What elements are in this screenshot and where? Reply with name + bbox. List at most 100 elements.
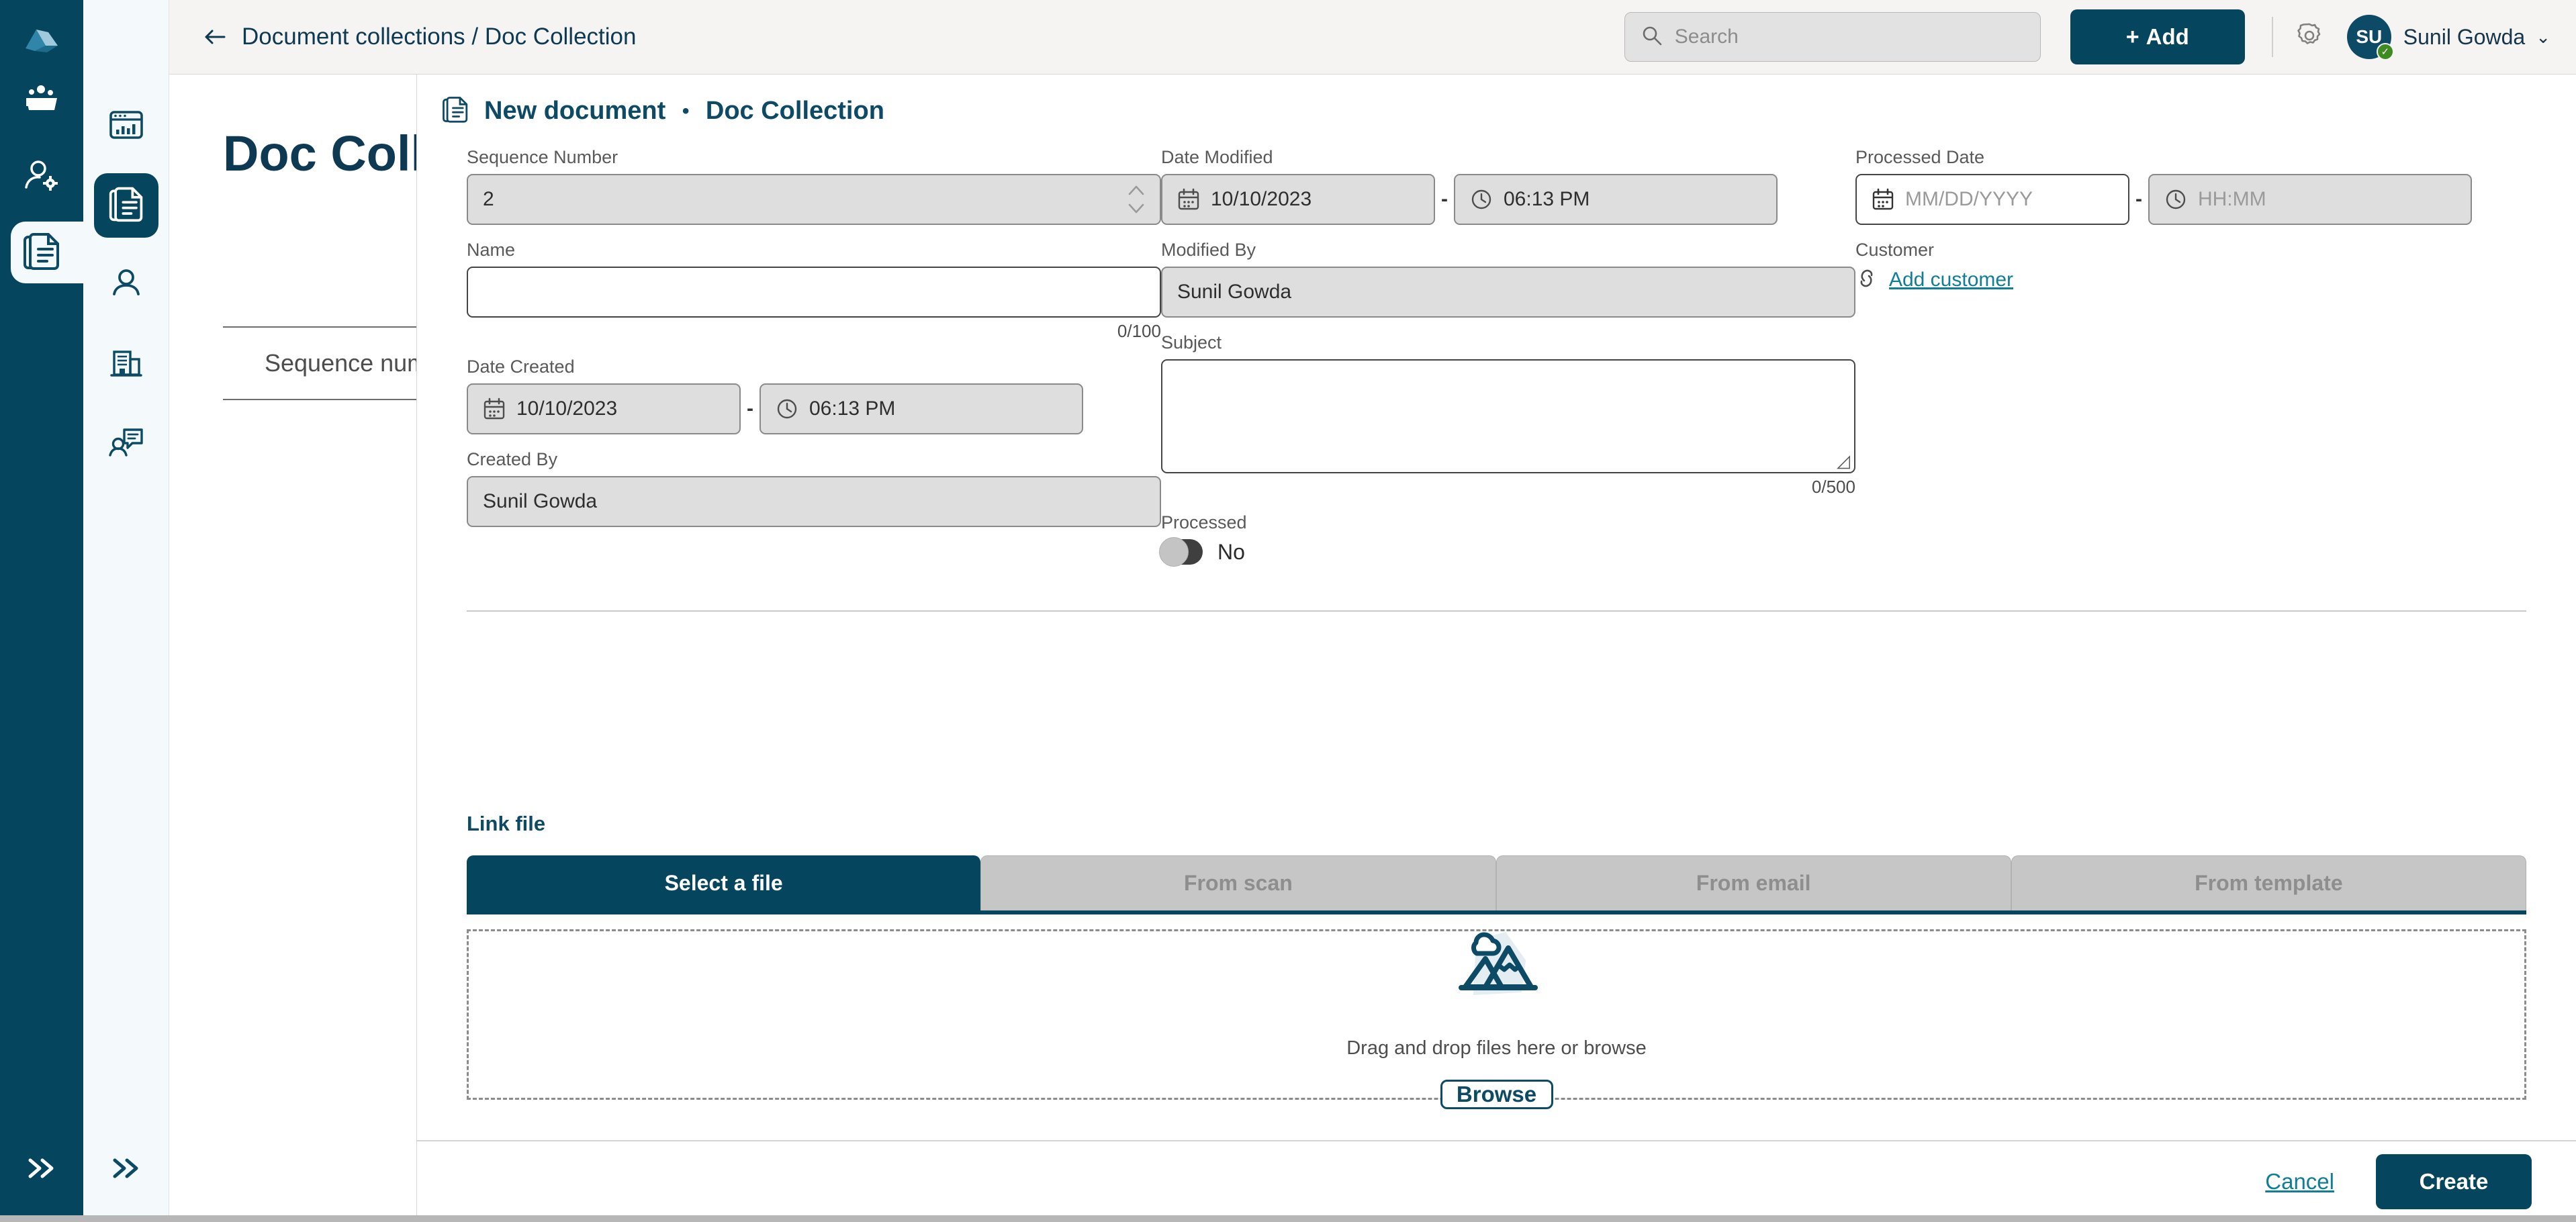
section-divider [467,610,2526,612]
date-created-value: 10/10/2023 [516,397,618,420]
resize-grip-icon[interactable]: ◿ [1837,452,1850,469]
sequence-number-input[interactable]: 2 [467,174,1161,225]
field-created-by: Created By Sunil Gowda [467,449,1161,527]
sidebar-item-document-collections[interactable] [93,173,158,238]
sidebar-item-user-settings[interactable] [0,140,83,215]
stepper-icon[interactable] [1126,181,1146,218]
form-column-middle: Date Modified 10/10/2023 - 06:13 PM Modi… [1158,147,1855,579]
panel-body: Sequence Number 2 Name 0/100 Date Create… [417,147,2576,1140]
top-bar-actions: Search + Add SU ✓ Sunil Gowda ⌄ [1624,9,2576,64]
name-input[interactable] [467,267,1161,318]
sidebar-item-documents[interactable] [0,215,90,290]
create-button[interactable]: Create [2376,1154,2532,1209]
processed-time-input[interactable]: HH:MM [2148,174,2472,225]
calendar-icon [483,397,506,420]
time-created-input[interactable]: 06:13 PM [760,383,1083,434]
building-icon [109,346,144,382]
secondary-sidebar-expand-button[interactable] [83,1155,169,1185]
date-time-row: 10/10/2023 - 06:13 PM [467,383,1161,434]
sidebar-item-contact-message[interactable] [94,411,158,475]
sidebar-item-building[interactable] [94,332,158,396]
subject-counter: 0/500 [1811,477,1855,497]
file-dropzone[interactable]: Drag and drop files here or browse Brows… [467,929,2526,1109]
date-time-separator: - [747,397,753,420]
sidebar-item-analytics[interactable] [94,94,158,158]
date-created-input[interactable]: 10/10/2023 [467,383,741,434]
tab-from-template[interactable]: From template [2011,855,2526,910]
new-document-panel: New document • Doc Collection Sequence N… [416,75,2576,1222]
user-menu[interactable]: SU ✓ Sunil Gowda ⌄ [2346,15,2550,60]
search-input[interactable]: Search [1624,12,2041,62]
user-settings-icon [22,159,61,196]
processed-toggle[interactable] [1158,537,1203,567]
panel-header: New document • Doc Collection [417,75,2576,147]
created-by-input[interactable]: Sunil Gowda [467,476,1161,527]
add-customer-link[interactable]: Add customer [1855,267,2526,293]
time-modified-value: 06:13 PM [1503,188,1590,210]
processed-time-placeholder: HH:MM [2197,188,2266,210]
link-file-section-title: Link file [467,812,546,835]
add-button[interactable]: + Add [2070,9,2245,64]
tab-underline [467,910,2526,914]
field-label: Modified By [1160,240,1256,260]
field-date-modified: Date Modified 10/10/2023 - 06:13 PM [1160,147,1855,225]
cloud-logo-icon[interactable] [0,17,83,64]
top-bar: Document collections / Doc Collection Se… [169,0,2576,75]
window-bottom-strip [0,1215,2576,1222]
browse-button[interactable]: Browse [1440,1080,1553,1109]
panel-footer: Cancel Create [417,1140,2576,1222]
modified-by-input[interactable]: Sunil Gowda [1160,267,1855,318]
subject-textarea[interactable]: ◿ [1160,359,1855,473]
field-label: Processed Date [1855,147,1985,167]
sidebar-item-dashboard-folder[interactable] [0,64,83,140]
processed-date-input[interactable]: MM/DD/YYYY [1855,174,2129,225]
documents-icon [21,230,62,275]
field-sequence-number: Sequence Number 2 [467,147,1161,225]
panel-title-separator: • [682,100,690,123]
clock-icon [1470,188,1493,211]
processed-date-placeholder: MM/DD/YYYY [1904,188,2033,210]
field-label: Processed [1160,512,1247,532]
person-icon [109,267,144,303]
field-label: Date Created [467,357,575,377]
link-icon [1855,267,1878,293]
date-modified-value: 10/10/2023 [1210,188,1312,210]
field-label: Sequence Number [467,147,618,167]
tab-from-scan[interactable]: From scan [980,855,1496,910]
processed-toggle-value: No [1217,539,1245,564]
cancel-button[interactable]: Cancel [2265,1169,2334,1194]
name-counter: 0/100 [1117,321,1161,341]
arrow-left-icon[interactable] [203,28,227,46]
sidebar-expand-button[interactable] [0,1155,83,1185]
panel-title: New document • Doc Collection [484,97,884,126]
field-processed: Processed No [1158,512,1855,567]
sidebar-item-person[interactable] [94,252,158,317]
status-badge: ✓ [2376,43,2394,60]
date-time-row: 10/10/2023 - 06:13 PM [1160,174,1855,225]
user-name: Sunil Gowda [2403,24,2526,49]
field-label: Name [467,240,516,260]
chevron-double-right-icon [108,1155,144,1185]
date-modified-input[interactable]: 10/10/2023 [1160,174,1435,225]
time-modified-input[interactable]: 06:13 PM [1453,174,1778,225]
tab-select-a-file[interactable]: Select a file [467,855,981,910]
breadcrumb[interactable]: Document collections / Doc Collection [203,23,636,50]
app-root: Doc Colle Sequence number Document colle… [0,0,2576,1222]
tab-from-email[interactable]: From email [1496,855,2011,910]
calendar-icon [1872,188,1894,211]
chevron-down-icon[interactable]: ⌄ [2536,27,2550,48]
secondary-sidebar [83,0,169,1222]
modified-by-value: Sunil Gowda [1177,281,1292,303]
clock-icon [776,397,798,420]
plus-icon: + [2125,23,2140,50]
search-icon [1641,25,1663,50]
search-placeholder: Search [1674,26,1739,48]
link-file-tabs: Select a file From scan From email From … [467,855,2526,910]
settings-button[interactable] [2293,19,2326,55]
field-processed-date: Processed Date MM/DD/YYYY - HH:MM [1855,147,2526,225]
documents-icon [107,185,145,227]
dropzone-text: Drag and drop files here or browse [1346,1037,1647,1059]
calendar-icon [1177,188,1200,211]
field-label: Subject [1160,332,1222,352]
dashboard-folder-icon [22,83,61,122]
